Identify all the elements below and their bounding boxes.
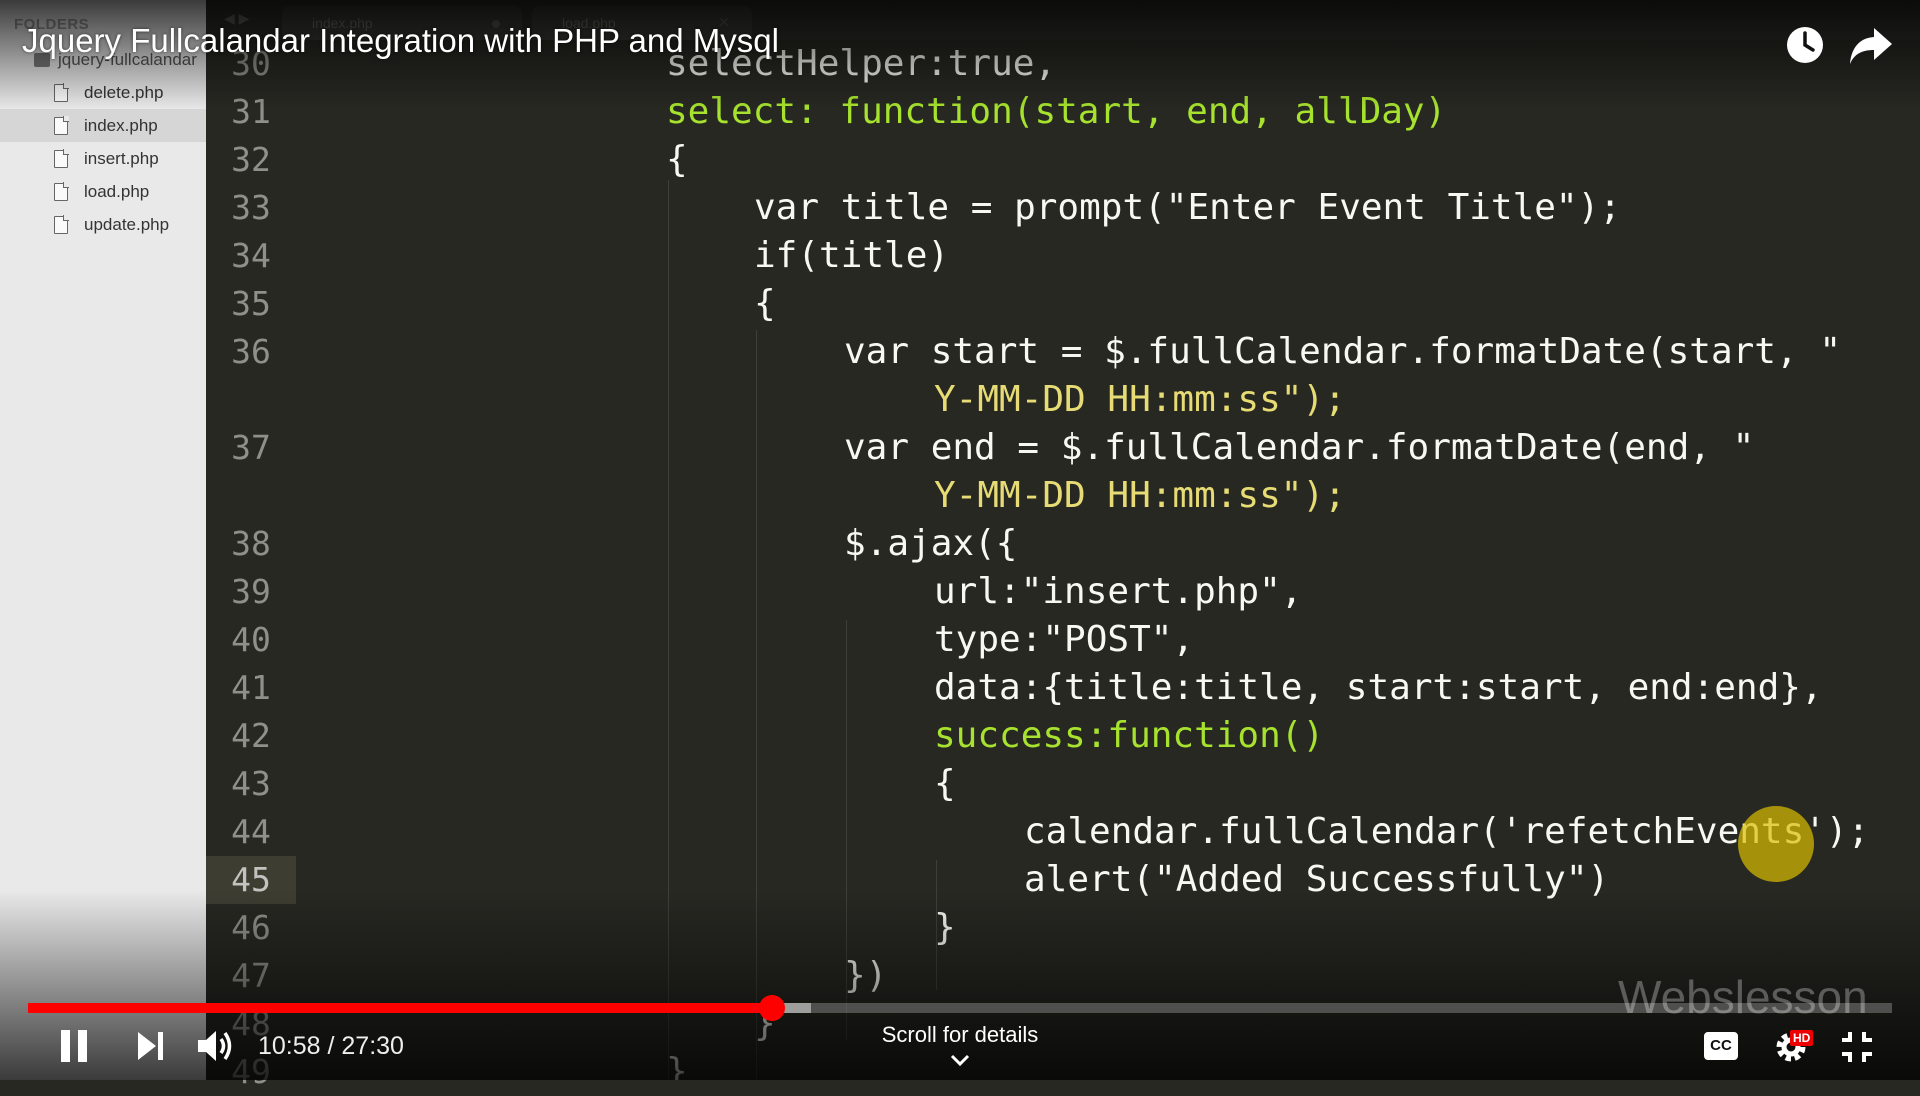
pause-icon[interactable] — [58, 1028, 90, 1064]
line-number: 42 — [231, 716, 271, 755]
line-number: 37 — [231, 428, 271, 467]
code-token: }) — [844, 955, 888, 996]
code-line: var start = $.fullCalendar.formatDate(st… — [844, 328, 1841, 376]
code-token: { — [934, 763, 956, 804]
code-line: } — [934, 904, 956, 952]
code-line: Y-MM-DD HH:mm:ss"); — [934, 472, 1346, 520]
file-icon — [54, 181, 69, 201]
line-number: 44 — [231, 812, 271, 851]
code-line: }) — [844, 952, 887, 1000]
code-token: { — [754, 283, 776, 324]
code-token: $.ajax({ — [844, 523, 1018, 564]
video-title[interactable]: Jquery Fullcalandar Integration with PHP… — [22, 22, 779, 60]
line-number: 46 — [231, 908, 271, 947]
scroll-for-details[interactable]: Scroll for details — [860, 1022, 1060, 1048]
code-token: var title = prompt("Enter Event Title"); — [754, 187, 1621, 228]
line-number: 43 — [231, 764, 271, 803]
mouse-cursor-highlight — [1738, 806, 1814, 882]
exit-fullscreen-icon[interactable] — [1840, 1030, 1874, 1064]
code-line: $.ajax({ — [844, 520, 1017, 568]
line-number: 41 — [231, 668, 271, 707]
sidebar-file-update[interactable]: update.php — [0, 208, 206, 241]
progress-bar[interactable] — [28, 995, 1892, 1021]
code-token: var start = $.fullCalendar.formatDate(st… — [844, 331, 1841, 372]
code-token: data:{title:title, start:start, end:end}… — [934, 667, 1823, 708]
code-line: { — [754, 280, 776, 328]
file-icon — [54, 82, 69, 102]
sidebar-file-label: delete.php — [84, 82, 164, 102]
file-icon — [54, 148, 69, 168]
code-line: type:"POST", — [934, 616, 1194, 664]
line-number: 34 — [231, 236, 271, 275]
code-token: type:"POST", — [934, 619, 1195, 660]
code-line: { — [666, 136, 688, 184]
cc-label: CC — [1704, 1032, 1738, 1060]
line-number-gutter: 30 31 32 33 34 35 36 37 38 39 40 41 42 43 44 45 46 47 48 49 — [206, 40, 296, 1091]
line-number: 35 — [231, 284, 271, 323]
code-line: select: function(start, end, allDay) — [666, 88, 1446, 136]
file-icon — [54, 115, 69, 135]
code-token: select: function(start, end, allDay) — [666, 91, 1447, 132]
line-number: 38 — [231, 524, 271, 563]
indent-guide — [668, 180, 669, 1080]
clock-icon[interactable] — [1784, 24, 1826, 66]
code-token: url:"insert.php", — [934, 571, 1303, 612]
line-number: 31 — [231, 92, 271, 131]
indent-guide — [756, 330, 757, 1080]
sidebar-file-label: index.php — [84, 115, 158, 135]
scrubber-handle[interactable] — [758, 995, 785, 1021]
file-sidebar: FOLDERS jquery-fullcalandar delete.php i… — [0, 0, 207, 1080]
code-line: { — [934, 760, 956, 808]
code-line: Y-MM-DD HH:mm:ss"); — [934, 376, 1346, 424]
code-line: var title = prompt("Enter Event Title"); — [754, 184, 1621, 232]
sidebar-file-delete[interactable]: delete.php — [0, 76, 206, 109]
file-icon — [54, 214, 69, 234]
code-token: var end = $.fullCalendar.formatDate(end,… — [844, 427, 1755, 468]
code-token: { — [666, 139, 688, 180]
cc-icon[interactable]: CC — [1704, 1032, 1738, 1060]
line-number: 47 — [231, 956, 271, 995]
line-number: 39 — [231, 572, 271, 611]
sidebar-file-label: insert.php — [84, 148, 159, 168]
code-line: if(title) — [754, 232, 949, 280]
line-number — [206, 376, 296, 424]
share-arrow-icon[interactable] — [1848, 24, 1894, 66]
code-line: data:{title:title, start:start, end:end}… — [934, 664, 1823, 712]
line-number: 32 — [231, 140, 271, 179]
watermark: Webslesson — [1618, 971, 1868, 1023]
code-area[interactable]: selectHelper:true, select: function(star… — [296, 40, 1920, 1080]
line-number: 36 — [231, 332, 271, 371]
line-number: 33 — [231, 188, 271, 227]
code-line: var end = $.fullCalendar.formatDate(end,… — [844, 424, 1754, 472]
volume-icon[interactable] — [196, 1026, 236, 1066]
sidebar-file-label: load.php — [84, 181, 150, 201]
line-number: 45 — [206, 856, 296, 904]
hd-badge: HD — [1790, 1030, 1814, 1046]
code-token: } — [934, 907, 956, 948]
code-line: alert("Added Successfully") — [1024, 856, 1609, 904]
sidebar-file-load[interactable]: load.php — [0, 175, 206, 208]
code-token: success:function() — [934, 715, 1325, 756]
time-display: 10:58 / 27:30 — [258, 1032, 404, 1060]
code-token: alert("Added Successfully") — [1024, 859, 1610, 900]
chevron-down-icon[interactable] — [948, 1052, 972, 1068]
code-token: } — [666, 1051, 688, 1080]
line-number — [206, 472, 296, 520]
sidebar-file-index[interactable]: index.php — [0, 109, 206, 142]
code-token: if(title) — [754, 235, 950, 276]
code-line: success:function() — [934, 712, 1324, 760]
played-bar — [28, 1003, 772, 1013]
sidebar-file-label: update.php — [84, 214, 170, 234]
code-token: Y-MM-DD HH:mm:ss"); — [934, 475, 1346, 516]
code-line: } — [666, 1048, 688, 1080]
skip-next-icon[interactable] — [136, 1030, 166, 1062]
code-line: url:"insert.php", — [934, 568, 1302, 616]
line-number: 40 — [231, 620, 271, 659]
sidebar-file-insert[interactable]: insert.php — [0, 142, 206, 175]
code-token: Y-MM-DD HH:mm:ss"); — [934, 379, 1346, 420]
